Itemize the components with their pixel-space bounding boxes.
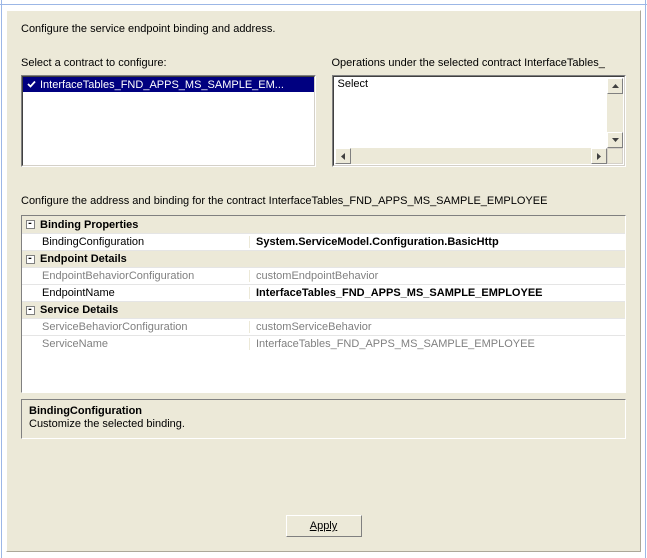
property-grid[interactable]: -Binding PropertiesBindingConfigurationS… xyxy=(21,215,626,393)
collapse-icon[interactable]: - xyxy=(22,255,38,264)
config-panel: Configure the service endpoint binding a… xyxy=(6,10,641,552)
help-description: Customize the selected binding. xyxy=(29,418,618,430)
check-icon xyxy=(26,79,37,90)
panel-instruction: Configure the service endpoint binding a… xyxy=(21,23,626,35)
operations-label: Operations under the selected contract I… xyxy=(332,57,627,69)
scroll-up-button[interactable] xyxy=(607,78,623,94)
property-row[interactable]: BindingConfigurationSystem.ServiceModel.… xyxy=(22,233,625,250)
property-category[interactable]: -Endpoint Details xyxy=(22,250,625,267)
operation-item[interactable]: Select xyxy=(334,77,625,92)
property-value[interactable]: InterfaceTables_FND_APPS_MS_SAMPLE_EMPLO… xyxy=(250,338,625,350)
apply-button[interactable]: Apply xyxy=(286,515,362,537)
scroll-down-button[interactable] xyxy=(607,132,623,148)
collapse-icon[interactable]: - xyxy=(22,306,38,315)
property-key: EndpointBehaviorConfiguration xyxy=(22,270,250,282)
address-section-label: Configure the address and binding for th… xyxy=(21,195,626,207)
property-value[interactable]: customServiceBehavior xyxy=(250,321,625,333)
property-row[interactable]: ServiceBehaviorConfigurationcustomServic… xyxy=(22,318,625,335)
property-value[interactable]: customEndpointBehavior xyxy=(250,270,625,282)
contracts-label: Select a contract to configure: xyxy=(21,57,316,69)
property-key: ServiceName xyxy=(22,338,250,350)
contracts-listbox[interactable]: InterfaceTables_FND_APPS_MS_SAMPLE_EM... xyxy=(21,75,316,167)
contract-item-selected[interactable]: InterfaceTables_FND_APPS_MS_SAMPLE_EM... xyxy=(23,77,314,92)
property-category-label: Endpoint Details xyxy=(38,253,127,265)
property-category[interactable]: -Service Details xyxy=(22,301,625,318)
property-value[interactable]: InterfaceTables_FND_APPS_MS_SAMPLE_EMPLO… xyxy=(250,287,625,299)
property-row[interactable]: ServiceNameInterfaceTables_FND_APPS_MS_S… xyxy=(22,335,625,352)
scrollbar-corner xyxy=(607,148,623,164)
property-key: ServiceBehaviorConfiguration xyxy=(22,321,250,333)
operations-listbox[interactable]: Select xyxy=(332,75,627,167)
scroll-left-button[interactable] xyxy=(335,148,351,164)
contract-item-label: InterfaceTables_FND_APPS_MS_SAMPLE_EM... xyxy=(40,79,284,91)
horizontal-scrollbar[interactable] xyxy=(335,148,624,164)
property-value[interactable]: System.ServiceModel.Configuration.BasicH… xyxy=(250,236,625,248)
vertical-scrollbar[interactable] xyxy=(607,78,623,148)
property-row[interactable]: EndpointNameInterfaceTables_FND_APPS_MS_… xyxy=(22,284,625,301)
property-category-label: Binding Properties xyxy=(38,219,138,231)
property-key: BindingConfiguration xyxy=(22,236,250,248)
property-category[interactable]: -Binding Properties xyxy=(22,216,625,233)
property-key: EndpointName xyxy=(22,287,250,299)
property-row[interactable]: EndpointBehaviorConfigurationcustomEndpo… xyxy=(22,267,625,284)
collapse-icon[interactable]: - xyxy=(22,220,38,229)
scroll-right-button[interactable] xyxy=(591,148,607,164)
property-category-label: Service Details xyxy=(38,304,118,316)
help-title: BindingConfiguration xyxy=(29,405,618,417)
help-pane: BindingConfiguration Customize the selec… xyxy=(21,399,626,439)
